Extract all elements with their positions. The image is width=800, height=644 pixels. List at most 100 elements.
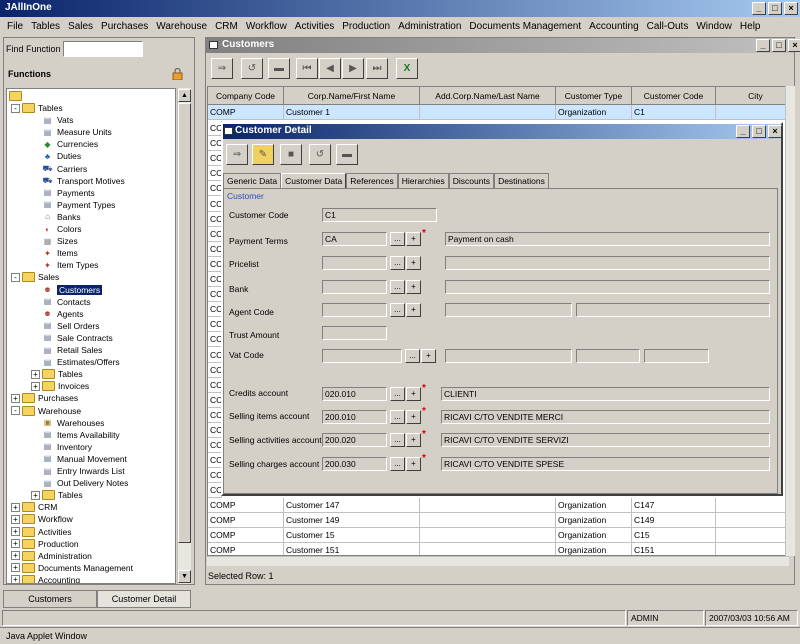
- tree-item-invoices[interactable]: + Invoices: [31, 380, 89, 392]
- column-header[interactable]: Corp.Name/First Name: [284, 87, 420, 105]
- collapse-icon[interactable]: -: [11, 272, 20, 282]
- tab-references[interactable]: References: [346, 173, 398, 188]
- table-cell[interactable]: [716, 498, 788, 513]
- table-cell[interactable]: Customer 1: [284, 105, 420, 120]
- collapse-icon[interactable]: -: [11, 103, 20, 113]
- table-cell[interactable]: CC: [208, 483, 222, 499]
- expand-icon[interactable]: +: [31, 369, 40, 379]
- tree-item-tables[interactable]: + Tables: [31, 368, 83, 380]
- tree-item-workflow[interactable]: + Workflow: [11, 513, 73, 525]
- expand-icon[interactable]: +: [11, 514, 20, 524]
- table-cell[interactable]: [716, 513, 788, 528]
- tree-item-estimates-offers[interactable]: ▤ Estimates/Offers: [31, 356, 120, 368]
- customers-close-button[interactable]: ×: [788, 39, 800, 52]
- tree-item-transport-motives[interactable]: ⛟ Transport Motives: [31, 175, 124, 187]
- menu-window[interactable]: Window: [692, 21, 736, 32]
- tree-item-warehouses[interactable]: ▣ Warehouses: [31, 417, 105, 429]
- table-cell[interactable]: CC: [208, 407, 222, 423]
- vat-code-add-button[interactable]: +: [421, 349, 436, 363]
- menu-warehouse[interactable]: Warehouse: [152, 21, 211, 32]
- menu-documents-management[interactable]: Documents Management: [465, 21, 585, 32]
- table-cell[interactable]: CC: [208, 226, 222, 242]
- expand-icon[interactable]: +: [11, 502, 20, 512]
- table-cell[interactable]: C15: [632, 528, 716, 543]
- table-cell[interactable]: CC: [208, 377, 222, 393]
- table-cell[interactable]: [716, 543, 788, 555]
- menu-administration[interactable]: Administration: [394, 21, 465, 32]
- last-row-button[interactable]: ⏭: [366, 58, 388, 79]
- tree-scroll-thumb[interactable]: [178, 103, 191, 543]
- next-row-button[interactable]: ▶: [342, 58, 364, 79]
- trust-amount-field[interactable]: [322, 326, 387, 340]
- tree-item-entry-inwards-list[interactable]: ▤ Entry Inwards List: [31, 465, 125, 477]
- tree-item-agents[interactable]: ☻ Agents: [31, 308, 83, 320]
- selling-charges-account-field[interactable]: 200.030: [322, 457, 387, 471]
- table-cell[interactable]: CC: [208, 453, 222, 469]
- tree-item-banks[interactable]: ⌂ Banks: [31, 211, 81, 223]
- tree-item-colors[interactable]: ◐ Colors: [31, 223, 81, 235]
- tree-item-tables[interactable]: + Tables: [31, 489, 83, 501]
- detail-maximize-button[interactable]: □: [752, 125, 766, 138]
- lock-icon[interactable]: [172, 68, 183, 80]
- pricelist-field[interactable]: [322, 256, 387, 270]
- table-cell[interactable]: CC: [208, 166, 222, 182]
- grid-horizontal-scrollbar[interactable]: [207, 556, 789, 566]
- expand-icon[interactable]: +: [11, 393, 20, 403]
- selling-charges-add-button[interactable]: +: [406, 457, 421, 471]
- expand-icon[interactable]: +: [11, 551, 20, 561]
- tree-item-out-delivery-notes[interactable]: ▤ Out Delivery Notes: [31, 477, 129, 489]
- first-row-button[interactable]: ⏮: [296, 58, 318, 79]
- tree-item-customers[interactable]: ☻ Customers: [31, 284, 103, 296]
- detail-save-button[interactable]: ■: [280, 144, 302, 165]
- tree-item-currencies[interactable]: ◆ Currencies: [31, 138, 98, 150]
- table-cell[interactable]: CC: [208, 347, 222, 363]
- table-cell[interactable]: CC: [208, 392, 222, 408]
- table-cell[interactable]: C147: [632, 498, 716, 513]
- tree-item-vats[interactable]: ▤ Vats: [31, 114, 74, 126]
- tab-generic-data[interactable]: Generic Data: [223, 173, 282, 188]
- menu-call-outs[interactable]: Call-Outs: [643, 21, 693, 32]
- selling-items-add-button[interactable]: +: [406, 410, 421, 424]
- app-maximize-button[interactable]: □: [768, 2, 782, 15]
- credits-account-lookup-button[interactable]: ...: [390, 387, 405, 401]
- table-cell[interactable]: Organization: [556, 528, 632, 543]
- tab-customer-data[interactable]: Customer Data: [281, 173, 347, 189]
- app-minimize-button[interactable]: _: [752, 2, 766, 15]
- table-cell[interactable]: COMP: [208, 513, 284, 528]
- expand-icon[interactable]: +: [11, 575, 20, 583]
- table-cell[interactable]: Organization: [556, 498, 632, 513]
- column-header[interactable]: Customer Type: [556, 87, 632, 105]
- tree-item-item-types[interactable]: ✦ Item Types: [31, 259, 98, 271]
- table-cell[interactable]: [420, 498, 556, 513]
- menu-file[interactable]: File: [3, 21, 27, 32]
- selling-activities-account-field[interactable]: 200.020: [322, 433, 387, 447]
- table-cell[interactable]: CC: [208, 136, 222, 152]
- selling-charges-lookup-button[interactable]: ...: [390, 457, 405, 471]
- column-header[interactable]: Customer Code: [632, 87, 716, 105]
- table-cell[interactable]: CC: [208, 287, 222, 303]
- column-header[interactable]: Company Code: [208, 87, 284, 105]
- table-cell[interactable]: CC: [208, 196, 222, 212]
- tree-item-purchases[interactable]: + Purchases: [11, 392, 78, 404]
- menu-accounting[interactable]: Accounting: [585, 21, 642, 32]
- table-cell[interactable]: Customer 147: [284, 498, 420, 513]
- tree-item-payment-types[interactable]: ▤ Payment Types: [31, 199, 116, 211]
- app-close-button[interactable]: ×: [784, 2, 798, 15]
- table-cell[interactable]: CC: [208, 317, 222, 333]
- table-cell[interactable]: CC: [208, 423, 222, 438]
- tree-root[interactable]: [9, 90, 25, 102]
- tree-item-tables[interactable]: - Tables: [11, 102, 63, 114]
- window-tab-customer-detail[interactable]: Customer Detail: [97, 590, 191, 608]
- table-cell[interactable]: CC: [208, 256, 222, 272]
- table-cell[interactable]: CC: [208, 211, 222, 227]
- payment-terms-field[interactable]: CA: [322, 232, 387, 246]
- table-cell[interactable]: Organization: [556, 105, 632, 120]
- expand-icon[interactable]: +: [11, 527, 20, 536]
- selling-activities-add-button[interactable]: +: [406, 433, 421, 447]
- collapse-icon[interactable]: -: [11, 406, 20, 415]
- tree-item-sale-contracts[interactable]: ▤ Sale Contracts: [31, 332, 113, 344]
- table-cell[interactable]: Customer 151: [284, 543, 420, 555]
- menu-tables[interactable]: Tables: [27, 21, 64, 32]
- grid-vertical-scrollbar[interactable]: [785, 86, 795, 556]
- bank-lookup-button[interactable]: ...: [390, 280, 405, 294]
